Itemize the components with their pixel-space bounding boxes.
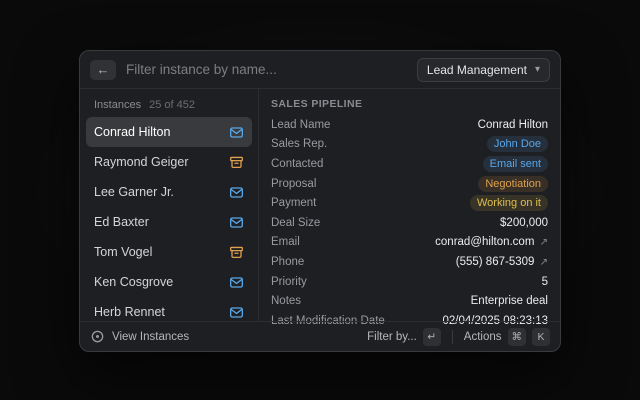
topbar: ← Lead Management ▾ [80, 51, 560, 89]
envelope-icon [229, 215, 244, 230]
instance-name: Herb Rennet [94, 305, 165, 319]
envelope-icon [229, 275, 244, 290]
detail-value: Enterprise deal [471, 295, 548, 307]
detail-row: Proposal Negotiation [271, 174, 548, 194]
detail-label: Deal Size [271, 217, 320, 229]
list-item[interactable]: Ed Baxter [86, 207, 252, 237]
detail-label: Sales Rep. [271, 138, 327, 150]
pipeline-dropdown[interactable]: Lead Management ▾ [417, 58, 550, 82]
envelope-icon [229, 125, 244, 140]
instance-name: Ed Baxter [94, 215, 149, 229]
instance-name: Lee Garner Jr. [94, 185, 174, 199]
back-arrow-icon: ← [97, 62, 110, 77]
list-item[interactable]: Lee Garner Jr. [86, 177, 252, 207]
footer-divider [452, 330, 453, 344]
status-badge: Email sent [483, 156, 548, 172]
list-header: Instances 25 of 452 [86, 93, 252, 117]
instance-list: Conrad Hilton Raymond Geiger Lee Garner Jr… [86, 117, 252, 327]
instance-name: Conrad Hilton [94, 125, 170, 139]
detail-label: Payment [271, 197, 316, 209]
detail-row: Notes Enterprise deal [271, 291, 548, 311]
detail-row: Sales Rep. John Doe [271, 135, 548, 155]
footer-view-label: View Instances [112, 331, 189, 343]
dropdown-value: Lead Management [427, 63, 527, 77]
detail-row: Email conrad@hilton.com ↗ [271, 233, 548, 253]
detail-label: Contacted [271, 158, 323, 170]
external-link-icon: ↗ [540, 257, 548, 268]
filter-by-label: Filter by... [367, 331, 417, 343]
detail-row: Lead Name Conrad Hilton [271, 115, 548, 135]
back-button[interactable]: ← [90, 60, 116, 80]
detail-value: $200,000 [500, 217, 548, 229]
filter-by-button[interactable]: Filter by... ↵ [367, 328, 441, 346]
detail-row: Payment Working on it [271, 193, 548, 213]
detail-panel: SALES PIPELINE Lead Name Conrad Hilton Sal… [258, 89, 560, 321]
detail-label: Email [271, 236, 300, 248]
detail-label: Notes [271, 295, 301, 307]
app-icon [90, 329, 105, 344]
status-badge: Negotiation [478, 176, 548, 192]
link-value[interactable]: conrad@hilton.com ↗ [435, 236, 548, 248]
enter-keycap: ↵ [423, 328, 441, 346]
list-item[interactable]: Tom Vogel [86, 237, 252, 267]
instance-name: Ken Cosgrove [94, 275, 173, 289]
envelope-icon [229, 185, 244, 200]
status-badge: Working on it [470, 195, 548, 211]
instance-list-panel: Instances 25 of 452 Conrad Hilton Raymond… [80, 89, 258, 321]
link-value[interactable]: (555) 867-5309 ↗ [456, 256, 548, 268]
archive-icon [229, 155, 244, 170]
main-area: Instances 25 of 452 Conrad Hilton Raymond… [80, 89, 560, 321]
k-keycap: K [532, 328, 550, 346]
detail-value: 5 [542, 276, 548, 288]
footer: View Instances Filter by... ↵ Actions ⌘ … [80, 321, 560, 351]
detail-title: SALES PIPELINE [271, 98, 548, 110]
detail-value: Conrad Hilton [478, 119, 548, 131]
detail-row: Contacted Email sent [271, 154, 548, 174]
list-count: 25 of 452 [149, 99, 195, 111]
list-item[interactable]: Raymond Geiger [86, 147, 252, 177]
instance-name: Tom Vogel [94, 245, 152, 259]
cmd-keycap: ⌘ [508, 328, 527, 346]
list-item[interactable]: Conrad Hilton [86, 117, 252, 147]
detail-label: Priority [271, 276, 307, 288]
status-badge: John Doe [487, 136, 548, 152]
list-item[interactable]: Ken Cosgrove [86, 267, 252, 297]
detail-rows: Lead Name Conrad Hilton Sales Rep. John Doe… [271, 115, 548, 331]
actions-button[interactable]: Actions ⌘ K [464, 328, 550, 346]
detail-row: Phone (555) 867-5309 ↗ [271, 252, 548, 272]
detail-label: Phone [271, 256, 304, 268]
list-title: Instances [94, 99, 141, 111]
detail-row: Deal Size $200,000 [271, 213, 548, 233]
detail-label: Lead Name [271, 119, 330, 131]
envelope-icon [229, 305, 244, 320]
external-link-icon: ↗ [540, 237, 548, 248]
archive-icon [229, 245, 244, 260]
command-palette-window: ← Lead Management ▾ Instances 25 of 452 … [79, 50, 561, 352]
actions-label: Actions [464, 331, 502, 343]
chevron-down-icon: ▾ [535, 65, 540, 75]
instance-name: Raymond Geiger [94, 155, 189, 169]
detail-label: Proposal [271, 178, 316, 190]
detail-row: Priority 5 [271, 272, 548, 292]
search-input[interactable] [126, 62, 407, 77]
